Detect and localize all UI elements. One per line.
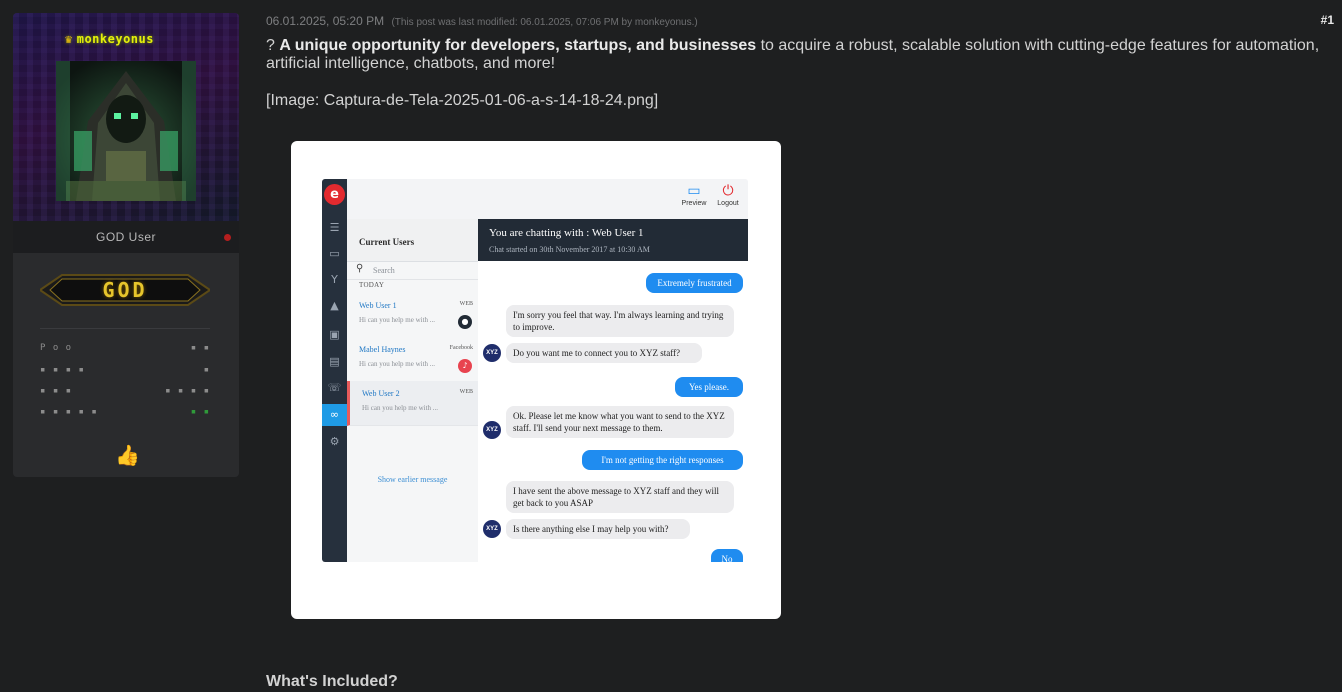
user-list-item: Web User 1 WEB Hi can you help me with .… [347,293,478,338]
post-number-link[interactable]: #1 [1321,13,1334,27]
post-intro: ? A unique opportunity for developers, s… [266,37,1326,73]
users-panel-header: Current Users [347,219,478,262]
user-preview: Hi can you help me with ... [362,404,439,412]
stat-label: ▪ ▪ ▪ ▪ [40,365,85,375]
chat-messages: Extremely frustrated I'm sorry you feel … [478,261,748,562]
users-panel: Current Users ⚲ Search TODAY Web User 1 … [347,219,479,562]
stat-label: ▪ ▪ ▪ ▪ ▪ [40,407,98,417]
stat-row: ▪ ▪ ▪ ▪ ▪ [40,365,210,377]
post-screenshot[interactable]: e ☰ ▭ Y ▲ ▣ ▤ ☏ ∞ ⚙ ▭ Preview ⏻ Logout C… [291,141,781,619]
intro-prefix: ? [266,37,280,54]
logout-label: Logout [717,200,739,207]
stat-row: ▪ ▪ ▪ ▪ ▪ ▪ ▪ [40,386,210,398]
user-list-item-selected: Web User 2 WEB Hi can you help me with .… [347,381,478,426]
user-title: GOD User [13,221,239,253]
bot-avatar: XYZ [483,421,501,439]
logout-button: ⏻ Logout [708,182,748,207]
show-earlier-link: Show earlier message [377,475,448,484]
calendar-icon: ▣ [329,328,340,341]
crown-icon: ♛ [65,32,73,46]
image-caption: [Image: Captura-de-Tela-2025-01-06-a-s-1… [266,92,659,109]
message-incoming: Is there anything else I may help you wi… [506,519,690,539]
users-panel-title: Current Users [359,237,415,247]
avatar-image [56,61,196,201]
preview-label: Preview [681,200,707,207]
search-placeholder: Search [373,266,395,275]
message-incoming: I have sent the above message to XYZ sta… [506,481,734,513]
rank-banner: GOD [38,269,212,311]
bot-avatar: XYZ [483,520,501,538]
bot-avatar: XYZ [483,344,501,362]
app-topbar: ▭ Preview ⏻ Logout [347,179,748,219]
power-icon: ⏻ [722,183,734,199]
stat-label: ▪ ▪ ▪ [40,386,73,396]
intro-bold: A unique opportunity for developers, sta… [279,37,757,54]
stat-row: P o o ▪ ▪ [40,343,210,355]
avatar[interactable] [56,61,196,201]
graduation-icon: ▲ [330,299,339,312]
message-outgoing: Yes please. [675,377,743,397]
user-name: Mabel Haynes [359,345,406,354]
post-date: 06.01.2025, 05:20 PM [266,14,385,28]
user-name: Web User 1 [359,301,397,310]
bell-icon: ♪ [458,359,472,373]
user-card: ♛ monkeyonus GOD User GOD P o o ▪ ▪ ▪ ▪ … [13,13,239,477]
online-status-dot [224,234,231,241]
message-incoming: Do you want me to connect you to XYZ sta… [506,343,702,363]
stat-row: ▪ ▪ ▪ ▪ ▪ ▪ ▪ [40,407,210,419]
settings-icon: ⚙ [329,435,340,448]
user-name: Web User 2 [362,389,400,398]
message-outgoing: I'm not getting the right responses [582,450,743,470]
phone-icon: ☏ [327,381,342,394]
post-meta: 06.01.2025, 05:20 PM (This post was last… [266,14,698,28]
stat-label: P o o [40,343,73,353]
stat-value: ▪ ▪ [190,343,210,353]
rank-label: GOD [102,278,148,302]
menu-icon: ☰ [329,221,340,234]
user-source: WEB [459,301,473,307]
post-edit-note: (This post was last modified: 06.01.2025… [391,17,698,28]
message-outgoing: No [711,549,743,562]
section-heading: What's Included? [266,673,398,690]
app-logo-icon: e [324,184,345,205]
stat-value: ▪ ▪ ▪ ▪ [165,386,210,396]
icon-rail: e ☰ ▭ Y ▲ ▣ ▤ ☏ ∞ ⚙ [322,179,347,562]
stat-value: ▪ [203,365,210,375]
user-source: WEB [459,389,473,395]
username-link[interactable]: ♛ monkeyonus [65,32,154,46]
chat-header: You are chatting with : Web User 1 Chat … [478,219,748,261]
user-preview: Hi can you help me with ... [359,360,436,368]
message-outgoing: Extremely frustrated [646,273,743,293]
today-label: TODAY [359,281,385,289]
user-list-item: Mabel Haynes Facebook Hi can you help me… [347,337,478,382]
message-incoming: Ok. Please let me know what you want to … [506,406,734,438]
chat-header-title: You are chatting with : Web User 1 [489,227,644,239]
divider [40,328,210,329]
lock-icon: ● [458,315,472,329]
chat-header-subtitle: Chat started on 30th November 2017 at 10… [489,245,650,254]
chat-icon: ▭ [329,247,340,260]
branch-icon: Y [331,273,338,286]
thumbs-up-icon[interactable]: 👍 [115,445,140,467]
username-text: monkeyonus [76,32,154,46]
link-icon: ∞ [322,404,347,426]
message-incoming: I'm sorry you feel that way. I'm always … [506,305,734,337]
chart-icon: ▤ [329,355,340,368]
user-source: Facebook [449,345,473,351]
stat-value: ▪ ▪ [190,407,210,417]
users-search: ⚲ Search [347,261,478,280]
chat-app-screenshot: e ☰ ▭ Y ▲ ▣ ▤ ☏ ∞ ⚙ ▭ Preview ⏻ Logout C… [322,179,748,562]
user-preview: Hi can you help me with ... [359,316,436,324]
search-icon: ⚲ [356,263,364,274]
